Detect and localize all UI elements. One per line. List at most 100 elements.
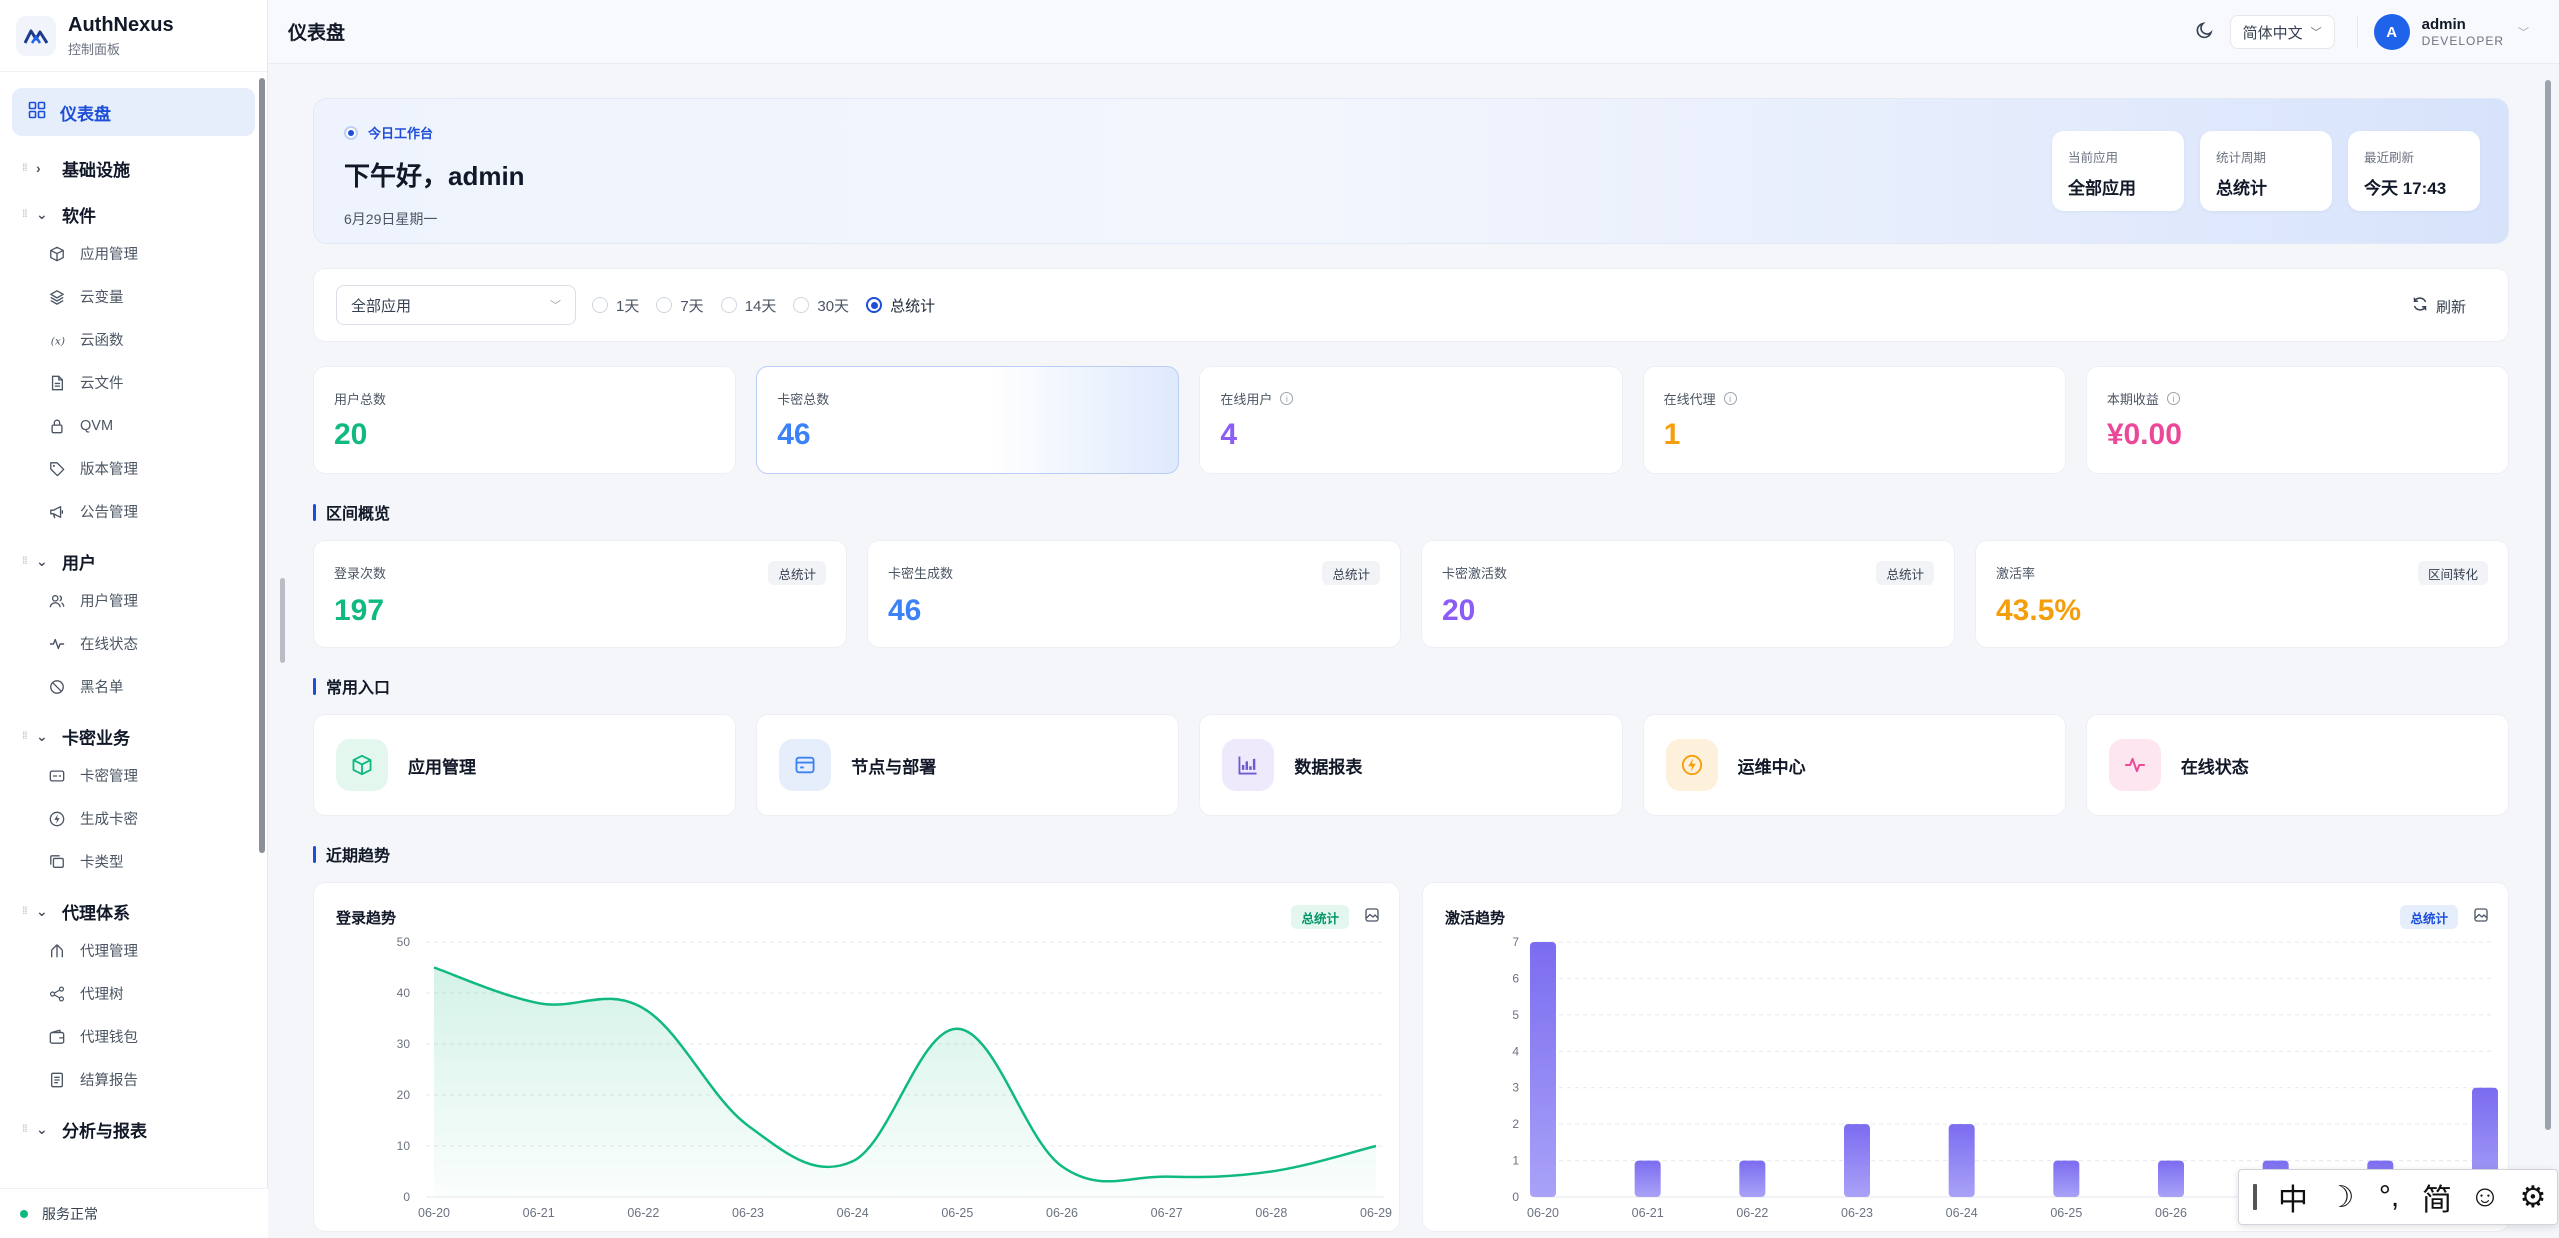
sidebar-item[interactable]: 云文件 <box>12 361 255 404</box>
sidebar-group-header[interactable]: ⁞⁞ ⌄ 软件 <box>12 196 255 232</box>
drag-handle-icon[interactable]: ⁞⁞ <box>22 163 32 174</box>
refresh-button[interactable]: 刷新 <box>2412 269 2466 343</box>
range-radio[interactable]: 30天 <box>793 295 849 316</box>
sidebar-group-header[interactable]: ⁞⁞ ⌄ 代理体系 <box>12 893 255 929</box>
wallet-icon <box>48 1028 66 1046</box>
range-radio-label: 1天 <box>616 297 640 315</box>
hero-info-cards: 当前应用 全部应用 统计周期 总统计 最近刷新 今天 17:43 <box>2052 131 2480 211</box>
sidebar-item-dashboard[interactable]: 仪表盘 <box>12 88 255 136</box>
bar <box>1739 1160 1766 1197</box>
stat-card[interactable]: 本期收益 i ¥0.00 <box>2085 366 2510 474</box>
divider <box>2356 16 2358 48</box>
language-select[interactable]: 简体中文 ﹀ <box>2229 15 2335 49</box>
x-tick-label: 06-25 <box>941 1206 973 1220</box>
tag-icon <box>48 460 66 478</box>
shortcut-label: 节点与部署 <box>851 757 937 777</box>
shortcut-card[interactable]: 应用管理 <box>313 714 737 816</box>
sidebar-item[interactable]: 卡类型 <box>12 840 255 883</box>
tag-dot-icon <box>344 125 358 140</box>
ime-punctuation-icon[interactable]: °, <box>2365 1180 2413 1214</box>
drag-handle-icon[interactable]: ⁞⁞ <box>22 906 32 917</box>
user-menu[interactable]: A admin DEVELOPER ﹀ <box>2373 14 2529 50</box>
ime-chinese-mode-icon[interactable]: 中 <box>2269 1175 2317 1219</box>
range-radio[interactable]: 14天 <box>720 295 776 316</box>
range-radio[interactable]: 7天 <box>656 295 704 316</box>
sidebar-item[interactable]: 黑名单 <box>12 665 255 708</box>
stat-card[interactable]: 在线代理 i 1 <box>1642 366 2066 474</box>
sidebar-item[interactable]: 公告管理 <box>12 490 255 533</box>
shortcut-card[interactable]: 运维中心 <box>1642 714 2066 816</box>
sidebar-scrollbar[interactable] <box>259 78 265 853</box>
stat-card[interactable]: 用户总数 20 <box>313 366 737 474</box>
range-radio[interactable]: 1天 <box>592 295 639 316</box>
drag-handle-icon[interactable]: ⁞⁞ <box>22 731 32 742</box>
stat-value: ¥0.00 <box>2106 418 2182 451</box>
x-tick-label: 06-26 <box>2155 1206 2187 1220</box>
app-select[interactable]: 全部应用 ﹀ <box>336 285 576 325</box>
bar <box>1634 1160 1661 1197</box>
sidebar-item-label: 仪表盘 <box>60 104 111 124</box>
y-tick-label: 10 <box>397 1139 411 1153</box>
range-radio-label: 7天 <box>680 297 704 315</box>
sidebar-nav: 仪表盘 ⁞⁞ › 基础设施 ⁞⁞ ⌄ 软件 应用管理 云变量 (x) 云函数 云文件 QVM 版本管理公… <box>0 72 267 1182</box>
x-tick-label: 06-27 <box>1151 1206 1183 1220</box>
hero-card-value: 总统计 <box>2216 179 2267 198</box>
x-tick-label: 06-23 <box>732 1206 764 1220</box>
bar <box>2053 1160 2080 1197</box>
range-radio[interactable]: 总统计 <box>866 295 935 316</box>
shortcut-card[interactable]: 在线状态 <box>2085 714 2510 816</box>
shortcut-card[interactable]: 数据报表 <box>1199 714 1623 816</box>
service-status: 服务正常 <box>0 1188 268 1238</box>
ime-toolbar[interactable]: 中 ☽ °, 简 ☺ ⚙ <box>2238 1169 2558 1225</box>
brand[interactable]: AuthNexus 控制面板 <box>0 0 267 72</box>
sidebar-item[interactable]: 结算报告 <box>12 1058 255 1101</box>
login-trend-chart: 登录趋势 总统计 0 10 20 30 40 50 06-20 06-21 06-22 06-23… <box>313 882 1400 1232</box>
main-content: 今日工作台 下午好，admin 6月29日星期一 当前应用 全部应用 统计周期 总统计… <box>313 98 2510 1232</box>
ime-emoji-icon[interactable]: ☺ <box>2461 1180 2509 1214</box>
sidebar-item[interactable]: (x) 云函数 <box>12 318 255 361</box>
y-tick-label: 50 <box>397 935 411 949</box>
sidebar-group-header[interactable]: ⁞⁞ ⌄ 分析与报表 <box>12 1111 255 1147</box>
ime-simplified-icon[interactable]: 简 <box>2413 1175 2461 1219</box>
stat-card[interactable]: 在线用户 i 4 <box>1199 366 1623 474</box>
stat-card[interactable]: 卡密总数 46 <box>756 366 1180 474</box>
user-name: admin <box>2421 16 2466 33</box>
info-icon[interactable]: i <box>1280 392 1294 405</box>
sidebar-item[interactable]: 应用管理 <box>12 232 255 275</box>
sidebar-group-header[interactable]: ⁞⁞ ⌄ 卡密业务 <box>12 718 255 754</box>
main-scrollbar[interactable] <box>2545 80 2551 1130</box>
sidebar-item[interactable]: QVM <box>12 404 255 447</box>
info-icon[interactable]: i <box>1723 392 1737 405</box>
sidebar-item[interactable]: 生成卡密 <box>12 797 255 840</box>
hero-banner: 今日工作台 下午好，admin 6月29日星期一 当前应用 全部应用 统计周期 总统计… <box>313 98 2509 244</box>
content-left-scroll-handle[interactable] <box>280 578 285 663</box>
ime-drag-handle[interactable] <box>2253 1184 2257 1210</box>
sidebar-group-header[interactable]: ⁞⁞ › 基础设施 <box>12 150 255 186</box>
sidebar-group-label: 卡密业务 <box>62 728 130 748</box>
drag-handle-icon[interactable]: ⁞⁞ <box>22 1124 32 1135</box>
drag-handle-icon[interactable]: ⁞⁞ <box>22 556 32 567</box>
stat-label: 本期收益 <box>2106 392 2159 407</box>
sidebar-group-header[interactable]: ⁞⁞ ⌄ 用户 <box>12 543 255 579</box>
sidebar-item[interactable]: 代理钱包 <box>12 1015 255 1058</box>
stat-cards: 用户总数 20 卡密总数 46 在线用户 i 4 在线代理 i 1 本期收益 i ¥0.00 <box>313 366 2510 474</box>
sidebar-item[interactable]: 版本管理 <box>12 447 255 490</box>
chart-icon <box>1222 739 1275 791</box>
sidebar-item[interactable]: 在线状态 <box>12 622 255 665</box>
pulse-icon <box>2108 739 2161 791</box>
drag-handle-icon[interactable]: ⁞⁞ <box>22 209 32 220</box>
ime-moon-icon[interactable]: ☽ <box>2317 1180 2365 1215</box>
sidebar-item[interactable]: 卡密管理 <box>12 754 255 797</box>
shortcut-card[interactable]: 节点与部署 <box>756 714 1180 816</box>
range-card: 卡密生成数 46 总统计 <box>867 540 1401 648</box>
sidebar-item[interactable]: 代理管理 <box>12 929 255 972</box>
sidebar-item[interactable]: 云变量 <box>12 275 255 318</box>
bar <box>2158 1160 2184 1197</box>
ime-settings-icon[interactable]: ⚙ <box>2509 1180 2557 1215</box>
sidebar-item[interactable]: 用户管理 <box>12 579 255 622</box>
sidebar-item-label: 版本管理 <box>80 462 138 478</box>
info-icon[interactable]: i <box>2166 392 2180 405</box>
theme-toggle-moon-icon[interactable] <box>2196 21 2214 44</box>
range-card-label: 卡密激活数 <box>1442 566 1508 581</box>
sidebar-item[interactable]: 代理树 <box>12 972 255 1015</box>
